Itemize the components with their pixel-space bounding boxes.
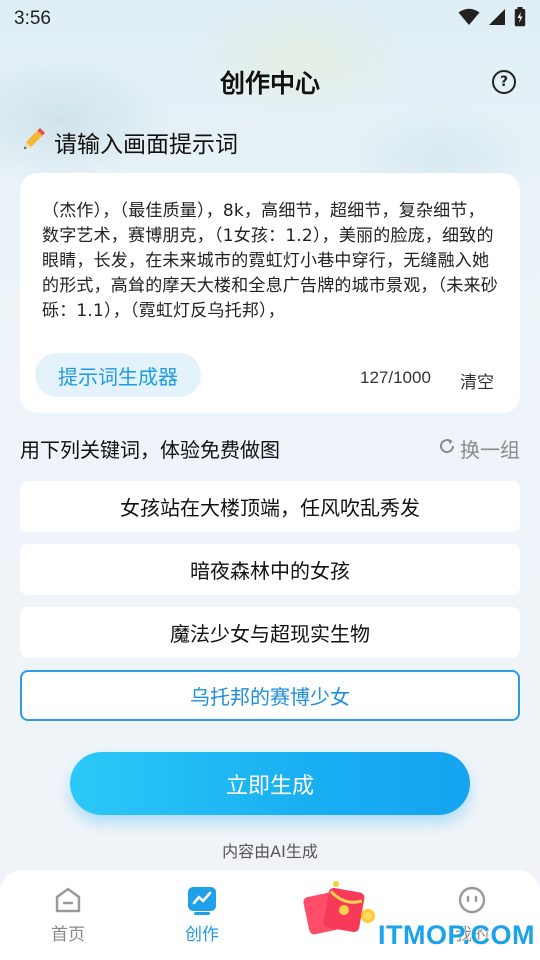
prompt-label: 请输入画面提示词 <box>20 126 238 158</box>
tab-home-label: 首页 <box>51 925 85 945</box>
page-title: 创作中心 <box>219 69 320 98</box>
clear-button[interactable]: 清空 <box>460 368 494 393</box>
tab-home[interactable]: 首页 <box>18 884 118 954</box>
refresh-icon <box>438 436 456 460</box>
keywords-title: 用下列关键词，体验免费做图 <box>20 437 280 462</box>
profile-icon <box>456 884 488 916</box>
keyword-item-selected[interactable]: 乌托邦的赛博少女 <box>20 670 520 721</box>
tab-create-label: 创作 <box>185 925 219 945</box>
prompt-label-text: 请输入画面提示词 <box>54 132 238 158</box>
watermark-logo: ITMOP.COM <box>378 920 536 950</box>
status-icons <box>458 7 526 31</box>
tab-create[interactable]: 创作 <box>152 884 252 954</box>
home-icon <box>52 884 84 916</box>
red-envelope-icon[interactable] <box>300 880 380 940</box>
ai-note: 内容由AI生成 <box>222 842 318 861</box>
header: 创作中心 <box>0 62 540 102</box>
question-circle-icon[interactable]: ? <box>492 70 516 94</box>
signal-icon <box>488 8 506 30</box>
status-time: 3:56 <box>14 8 51 29</box>
status-bar: 3:56 <box>0 0 540 38</box>
char-count: 127/1000 <box>360 368 431 387</box>
prompt-generator-button[interactable]: 提示词生成器 <box>35 353 201 397</box>
refresh-button[interactable]: 换一组 <box>438 434 520 463</box>
refresh-label: 换一组 <box>460 437 520 462</box>
keyword-item[interactable]: 暗夜森林中的女孩 <box>20 544 520 595</box>
prompt-textarea[interactable]: （杰作），（最佳质量），8k，高细节，超细节，复杂细节，数字艺术，赛博朋克，（1… <box>42 199 498 324</box>
create-icon <box>186 884 218 916</box>
wifi-icon <box>458 8 480 30</box>
generate-button[interactable]: 立即生成 <box>70 752 470 815</box>
pencil-icon <box>20 125 48 159</box>
keywords-header: 用下列关键词，体验免费做图 换一组 <box>20 434 520 462</box>
keyword-item[interactable]: 女孩站在大楼顶端，任风吹乱秀发 <box>20 481 520 532</box>
battery-charging-icon <box>514 7 526 31</box>
keyword-item[interactable]: 魔法少女与超现实生物 <box>20 607 520 658</box>
prompt-card: （杰作），（最佳质量），8k，高细节，超细节，复杂细节，数字艺术，赛博朋克，（1… <box>20 173 520 413</box>
